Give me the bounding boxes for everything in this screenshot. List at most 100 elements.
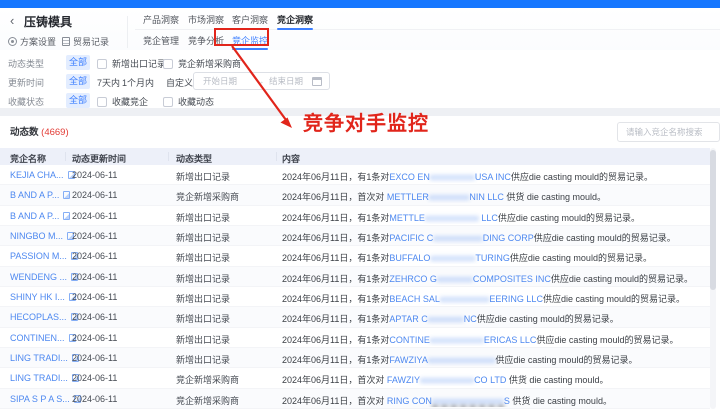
tab-客户洞察[interactable]: 客户洞察 <box>232 13 268 26</box>
content-company-link[interactable]: RING CON <box>387 396 432 406</box>
start-date-placeholder: 开始日期 <box>203 76 238 86</box>
time-option[interactable]: 7天内 <box>97 76 120 89</box>
row-update-date: 2024-06-11 <box>72 291 118 302</box>
row-update-date: 2024-06-11 <box>72 210 118 221</box>
checkbox-icon[interactable] <box>97 96 107 107</box>
checkbox-option[interactable]: 竞企新增采购商 <box>163 57 241 70</box>
tab-产品洞察[interactable]: 产品洞察 <box>143 13 179 26</box>
content-company-link[interactable]: BEACH SAL <box>389 294 440 304</box>
trade-records-button[interactable]: 贸易记录 <box>62 35 109 48</box>
filter-all-pill[interactable]: 全部 <box>66 74 90 89</box>
tab-市场洞察[interactable]: 市场洞察 <box>188 13 224 26</box>
company-action-icon[interactable] <box>63 191 71 200</box>
checkbox-icon[interactable] <box>163 58 173 69</box>
content-company-link[interactable]: NIN LLC <box>469 192 504 202</box>
content-company-link[interactable]: FAWZIYA <box>389 355 428 365</box>
company-action-icon[interactable] <box>63 211 71 220</box>
app-root: ‹ 压铸模具 方案设置 贸易记录 产品洞察 市场洞察 客户洞察 竞企洞察 竞企管理 竞争… <box>0 0 720 409</box>
content-redacted: xxxxxxxxxx <box>429 172 475 182</box>
row-content: 2024年06月11日，有1条对ZEHRCO GxxxxxxxxCOMPOSIT… <box>282 272 696 285</box>
company-name-link[interactable]: NINGBO M... <box>10 231 75 241</box>
time-option[interactable]: 自定义 <box>166 76 193 89</box>
company-name-link[interactable]: B AND A P... <box>10 211 71 221</box>
content-company-link[interactable]: COMPOSITES INC <box>473 274 551 284</box>
company-name-link[interactable]: HECOPLAS... <box>10 312 78 322</box>
checkbox-option[interactable]: 收藏动态 <box>163 95 214 108</box>
company-name-link[interactable]: CONTINEN... <box>10 333 76 343</box>
table-row: SIPA S P A S... 2024-06-11 竞企新增采购商 2024年06月… <box>0 388 710 409</box>
checkbox-option[interactable]: 新增出口记录 <box>97 57 166 70</box>
company-name-link[interactable]: PASSION M... <box>10 251 78 261</box>
content-text: 供应die casting mould的贸易记录。 <box>509 253 652 264</box>
content-company-link[interactable]: DING CORP <box>483 233 534 243</box>
table-row: NINGBO M... 2024-06-11 新增出口记录 2024年06月11日，有… <box>0 225 710 247</box>
company-name-link[interactable]: B AND A P... <box>10 190 71 200</box>
content-company-link[interactable]: PACIFIC C <box>389 233 433 243</box>
plan-settings-button[interactable]: 方案设置 <box>8 35 56 48</box>
filter-label: 收藏状态 <box>8 97 45 107</box>
content-text: 2024年06月11日，有1条对 <box>282 172 390 182</box>
time-option[interactable]: 1个月内 <box>122 76 154 89</box>
row-update-date: 2024-06-11 <box>72 393 118 404</box>
content-company-link[interactable]: FAWZIY <box>387 375 420 385</box>
count-label: 动态数 <box>10 127 39 138</box>
trade-records-label: 贸易记录 <box>73 37 110 47</box>
content-redacted: xxxxxxxxxxxx <box>424 212 479 223</box>
checkbox-icon[interactable] <box>163 96 173 107</box>
content-company-link[interactable]: EERING LLC <box>489 294 543 304</box>
column-separator <box>276 152 277 161</box>
row-update-date: 2024-06-11 <box>72 332 118 343</box>
content-text: 供应die casting mould的贸易记录。 <box>533 232 676 243</box>
content-redacted: xxxxxxxx <box>427 314 464 325</box>
content-company-link[interactable]: BUFFALO <box>389 253 430 263</box>
company-name-link[interactable]: SIPA S P A S... <box>10 394 81 404</box>
tab-竞企管理[interactable]: 竞企管理 <box>143 34 179 47</box>
checkbox-icon[interactable] <box>97 58 107 69</box>
scrollbar-track <box>710 148 716 409</box>
row-dynamic-type: 竞企新增采购商 <box>176 375 240 386</box>
company-name-link[interactable]: WENDENG ... <box>10 272 79 282</box>
document-icon <box>62 37 70 46</box>
checkbox-option[interactable]: 收藏竞企 <box>97 95 148 108</box>
table-row: HECOPLAS... 2024-06-11 新增出口记录 2024年06月11日，有… <box>0 307 710 328</box>
content-company-link[interactable]: METTLER <box>387 192 429 202</box>
column-header: 动态类型 <box>176 154 213 164</box>
filter-all-pill[interactable]: 全部 <box>66 55 90 70</box>
checkbox-label: 收藏动态 <box>178 97 215 107</box>
company-name-link[interactable]: SHINY HK I... <box>10 292 76 302</box>
date-range-input[interactable]: 开始日期 → 结束日期 <box>193 72 330 90</box>
row-update-date: 2024-06-11 <box>72 230 118 241</box>
row-content: 2024年06月11日，首次对 FAWZIYxxxxxxxxxxxxCO LTD… <box>282 373 696 386</box>
column-separator <box>65 152 66 161</box>
column-separator <box>168 152 169 161</box>
row-dynamic-type: 新增出口记录 <box>176 253 231 264</box>
back-button[interactable]: ‹ <box>10 13 14 28</box>
dynamics-count: 动态数 (4669) <box>10 124 69 138</box>
content-text: 供货 die casting mould。 <box>503 192 606 203</box>
content-company-link[interactable]: CO LTD <box>474 375 506 385</box>
content-company-link[interactable]: CONTINE <box>389 335 430 345</box>
content-company-link[interactable]: ERICAS LLC <box>484 335 537 345</box>
content-company-link[interactable]: USA INC <box>475 172 511 182</box>
top-browser-bar <box>0 0 720 8</box>
content-text: 2024年06月11日，有1条对 <box>282 273 390 284</box>
content-text: 2024年06月11日，首次对 <box>282 395 387 406</box>
calendar-icon[interactable] <box>312 77 322 86</box>
tab-竞企洞察[interactable]: 竞企洞察 <box>277 13 314 30</box>
search-input[interactable] <box>617 122 720 142</box>
filter-all-pill[interactable]: 全部 <box>66 93 90 108</box>
company-name-link[interactable]: LING TRADI... <box>10 373 79 383</box>
company-name-link[interactable]: KEJIA CHA... <box>10 170 75 180</box>
content-company-link[interactable]: NC <box>464 314 477 324</box>
content-company-link[interactable]: TURING <box>475 253 510 263</box>
content-text: 2024年06月11日，有1条对 <box>282 212 390 223</box>
company-name-link[interactable]: LING TRADI... <box>10 353 79 363</box>
content-company-link[interactable]: LLC <box>479 213 498 223</box>
content-company-link[interactable]: EXCO EN <box>389 172 430 182</box>
content-text: 2024年06月11日，有1条对 <box>282 314 390 325</box>
content-company-link[interactable]: APTAR C <box>389 314 427 324</box>
scrollbar-thumb[interactable] <box>710 150 716 290</box>
content-company-link[interactable]: ZEHRCO G <box>389 274 437 284</box>
table-row: PASSION M... 2024-06-11 新增出口记录 2024年06月11日，… <box>0 246 710 267</box>
content-company-link[interactable]: METTLE <box>389 213 425 223</box>
